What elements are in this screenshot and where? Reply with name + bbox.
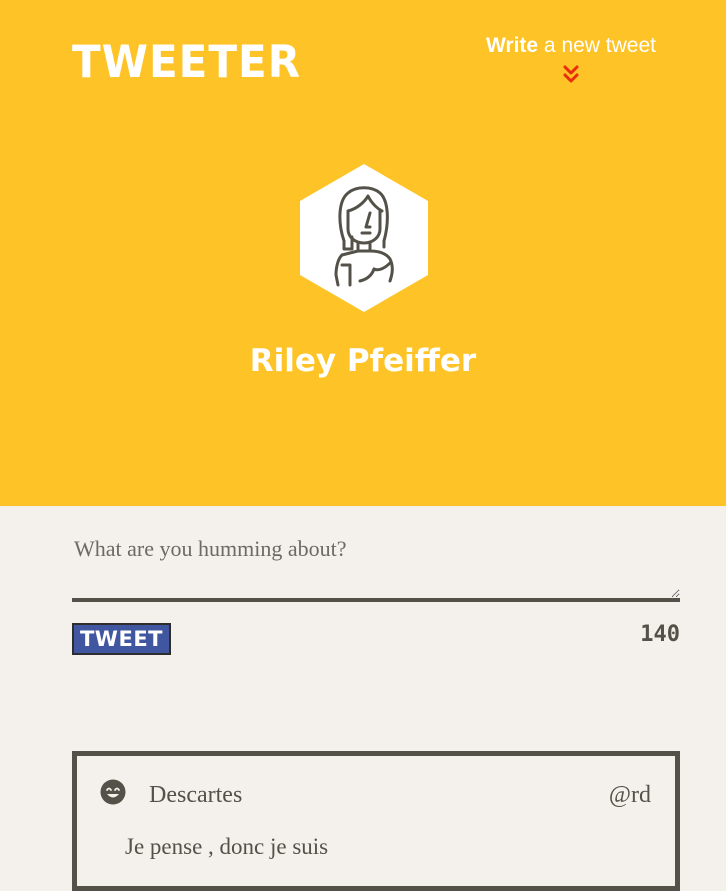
profile-name: Riley Pfeiffer (249, 343, 477, 379)
profile-header: TWEETER Write a new tweet Riley Pfeiffer (0, 0, 726, 506)
tweet-button[interactable]: TWEET (72, 623, 171, 655)
tweet-composer: TWEET 140 (72, 530, 680, 655)
smiley-face-icon (100, 779, 126, 805)
tweet-handle: @rd (608, 782, 651, 808)
compose-toggle-label: a new tweet (538, 34, 656, 57)
compose-toggle[interactable]: Write a new tweet (485, 34, 656, 83)
female-avatar-icon (300, 164, 428, 312)
tweet-card: Descartes @rd Je pense , donc je suis (72, 751, 680, 891)
tweet-text: Je pense , donc je suis (125, 834, 329, 859)
tweet-author: Descartes (149, 782, 243, 808)
character-counter: 140 (640, 622, 680, 647)
compose-toggle-label-bold: Write (485, 34, 539, 57)
tweet-input[interactable] (72, 530, 680, 602)
double-chevron-down-icon[interactable] (563, 64, 579, 86)
app-logo: TWEETER (72, 36, 302, 88)
